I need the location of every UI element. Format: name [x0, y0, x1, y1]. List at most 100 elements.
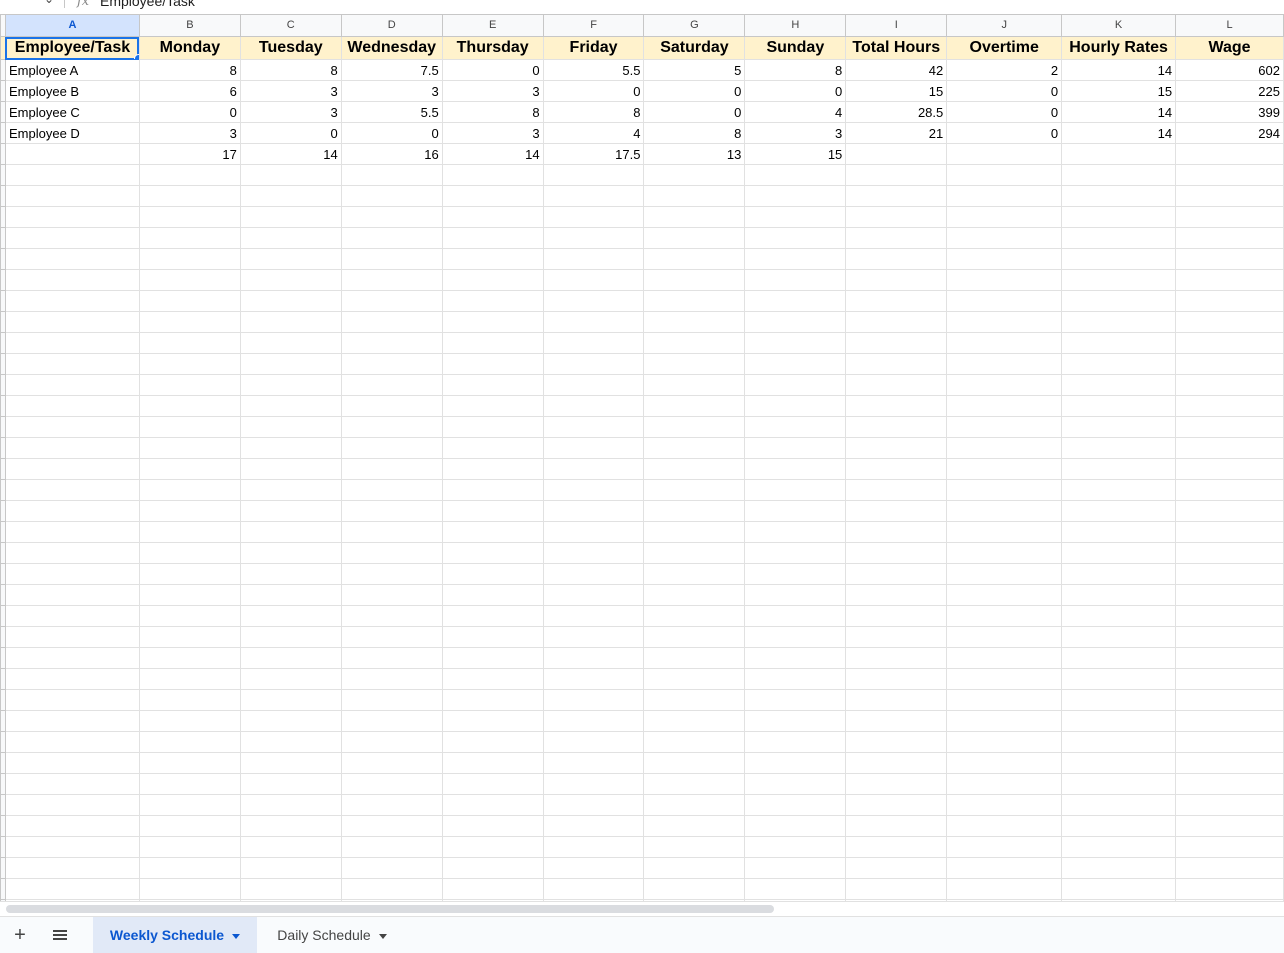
- cell[interactable]: [1061, 773, 1177, 795]
- cell[interactable]: [4, 731, 140, 753]
- cell[interactable]: [239, 668, 342, 690]
- cell[interactable]: [643, 857, 746, 879]
- cell[interactable]: [1061, 311, 1177, 333]
- cell[interactable]: [239, 605, 342, 627]
- column-header-k[interactable]: K: [1061, 14, 1177, 37]
- cell[interactable]: [340, 416, 443, 438]
- cell[interactable]: [542, 773, 645, 795]
- column-header-h[interactable]: H: [744, 14, 847, 37]
- cell[interactable]: [845, 164, 948, 186]
- cell[interactable]: [340, 605, 443, 627]
- cell[interactable]: [946, 374, 1063, 396]
- cell[interactable]: [643, 374, 746, 396]
- cell[interactable]: [542, 605, 645, 627]
- cell[interactable]: [1175, 374, 1284, 396]
- cell[interactable]: [4, 164, 140, 186]
- cell[interactable]: [1061, 689, 1177, 711]
- cell[interactable]: [845, 374, 948, 396]
- cell[interactable]: [441, 374, 544, 396]
- cell[interactable]: [1175, 227, 1284, 249]
- cell[interactable]: [138, 689, 241, 711]
- cell[interactable]: [239, 521, 342, 543]
- cell[interactable]: [845, 332, 948, 354]
- cell[interactable]: [138, 248, 241, 270]
- cell[interactable]: [845, 668, 948, 690]
- cell[interactable]: 8: [542, 101, 645, 123]
- cell[interactable]: [744, 815, 847, 837]
- cell[interactable]: [744, 395, 847, 417]
- cell[interactable]: [542, 563, 645, 585]
- cell[interactable]: [4, 290, 140, 312]
- cell[interactable]: [946, 731, 1063, 753]
- cell[interactable]: [239, 206, 342, 228]
- cell[interactable]: [744, 647, 847, 669]
- cell[interactable]: [4, 647, 140, 669]
- cell[interactable]: 4: [744, 101, 847, 123]
- cell[interactable]: [845, 563, 948, 585]
- cell[interactable]: [1175, 353, 1284, 375]
- cell[interactable]: [643, 332, 746, 354]
- cell[interactable]: [239, 311, 342, 333]
- cell[interactable]: [744, 458, 847, 480]
- cell[interactable]: [239, 647, 342, 669]
- cell[interactable]: 6: [138, 80, 241, 102]
- cell[interactable]: [4, 143, 140, 165]
- cell[interactable]: [946, 878, 1063, 900]
- cell[interactable]: [1175, 542, 1284, 564]
- cell[interactable]: [744, 542, 847, 564]
- cell[interactable]: [744, 794, 847, 816]
- cell[interactable]: [643, 227, 746, 249]
- cell[interactable]: [946, 290, 1063, 312]
- cell[interactable]: [542, 458, 645, 480]
- cell[interactable]: 0: [239, 122, 342, 144]
- cell[interactable]: [542, 206, 645, 228]
- cell[interactable]: [4, 395, 140, 417]
- cell[interactable]: [845, 290, 948, 312]
- cell[interactable]: [744, 416, 847, 438]
- cell[interactable]: [542, 731, 645, 753]
- cell[interactable]: [239, 185, 342, 207]
- cell[interactable]: [340, 500, 443, 522]
- cell[interactable]: [1061, 227, 1177, 249]
- cell[interactable]: [441, 563, 544, 585]
- cell[interactable]: [340, 773, 443, 795]
- cell[interactable]: [1061, 647, 1177, 669]
- column-header-e[interactable]: E: [441, 14, 544, 37]
- cell[interactable]: [845, 500, 948, 522]
- header-cell[interactable]: Overtime: [946, 36, 1063, 60]
- cell[interactable]: [1175, 311, 1284, 333]
- cell[interactable]: [946, 206, 1063, 228]
- cell[interactable]: [744, 185, 847, 207]
- cell[interactable]: [441, 458, 544, 480]
- cell[interactable]: [441, 773, 544, 795]
- column-header-l[interactable]: L: [1175, 14, 1284, 37]
- cell[interactable]: [138, 857, 241, 879]
- cell[interactable]: [239, 710, 342, 732]
- cell[interactable]: [1061, 332, 1177, 354]
- cell[interactable]: [1175, 500, 1284, 522]
- cell[interactable]: [239, 773, 342, 795]
- cell[interactable]: [239, 500, 342, 522]
- cell[interactable]: [946, 584, 1063, 606]
- cell[interactable]: [138, 164, 241, 186]
- cell[interactable]: [643, 542, 746, 564]
- formula-input[interactable]: Employee/Task: [100, 0, 195, 9]
- header-cell[interactable]: Saturday: [643, 36, 746, 60]
- cell[interactable]: [340, 395, 443, 417]
- cell[interactable]: [138, 416, 241, 438]
- cell[interactable]: [441, 416, 544, 438]
- cell[interactable]: [138, 878, 241, 900]
- cell[interactable]: [138, 332, 241, 354]
- cell[interactable]: [4, 479, 140, 501]
- cell[interactable]: 3: [340, 80, 443, 102]
- cell[interactable]: [1175, 689, 1284, 711]
- cell[interactable]: [542, 248, 645, 270]
- cell[interactable]: Employee C: [4, 101, 140, 123]
- cell[interactable]: [1061, 458, 1177, 480]
- cell[interactable]: [643, 626, 746, 648]
- cell[interactable]: [643, 689, 746, 711]
- cell[interactable]: [4, 752, 140, 774]
- cell[interactable]: [4, 710, 140, 732]
- cell[interactable]: [946, 227, 1063, 249]
- cell[interactable]: [845, 416, 948, 438]
